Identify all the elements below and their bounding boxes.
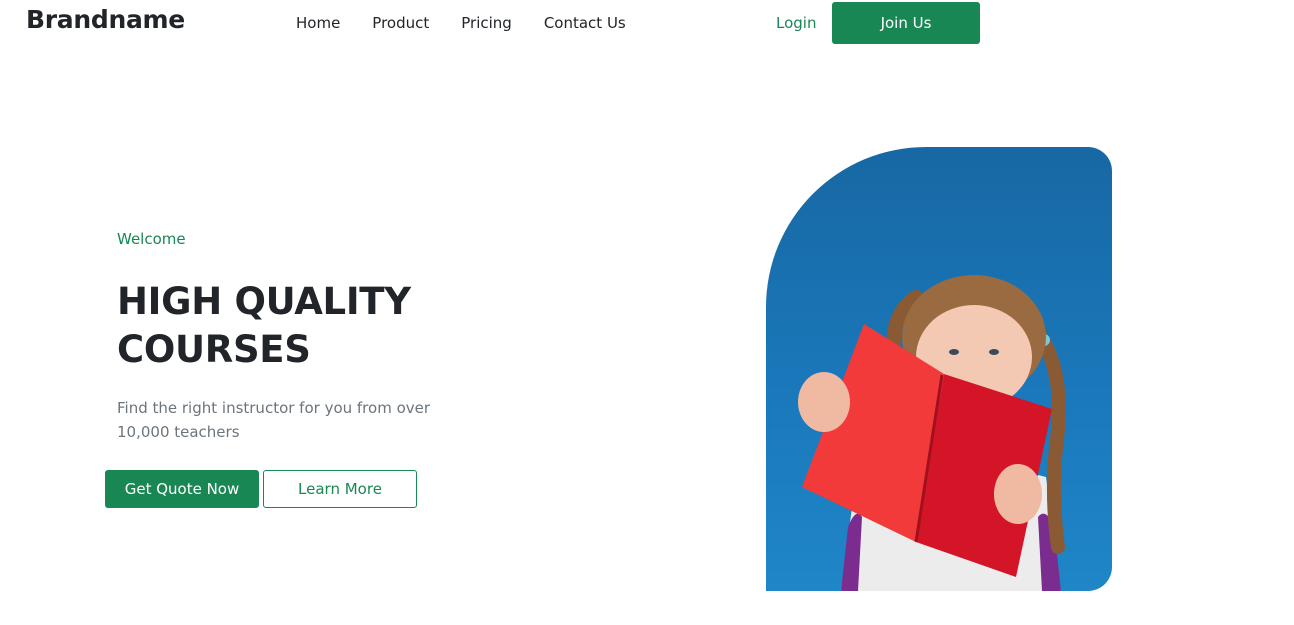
nav-link-contact[interactable]: Contact Us [544,14,626,32]
hero-eyebrow: Welcome [117,230,186,248]
nav-link-product[interactable]: Product [372,14,429,32]
nav-link-home[interactable]: Home [296,14,340,32]
login-link[interactable]: Login [776,14,816,32]
girl-reading-illustration [798,275,1066,591]
get-quote-button[interactable]: Get Quote Now [105,470,259,508]
hero-title: HIGH QUALITY COURSES [117,280,411,371]
nav-link-pricing[interactable]: Pricing [461,14,512,32]
main-nav: Home Product Pricing Contact Us [296,14,658,32]
hero-description: Find the right instructor for you from o… [117,399,431,441]
learn-more-button[interactable]: Learn More [263,470,417,508]
hero-image [766,147,1112,591]
join-button[interactable]: Join Us [832,2,980,44]
brand-logo[interactable]: Brandname [26,5,185,34]
